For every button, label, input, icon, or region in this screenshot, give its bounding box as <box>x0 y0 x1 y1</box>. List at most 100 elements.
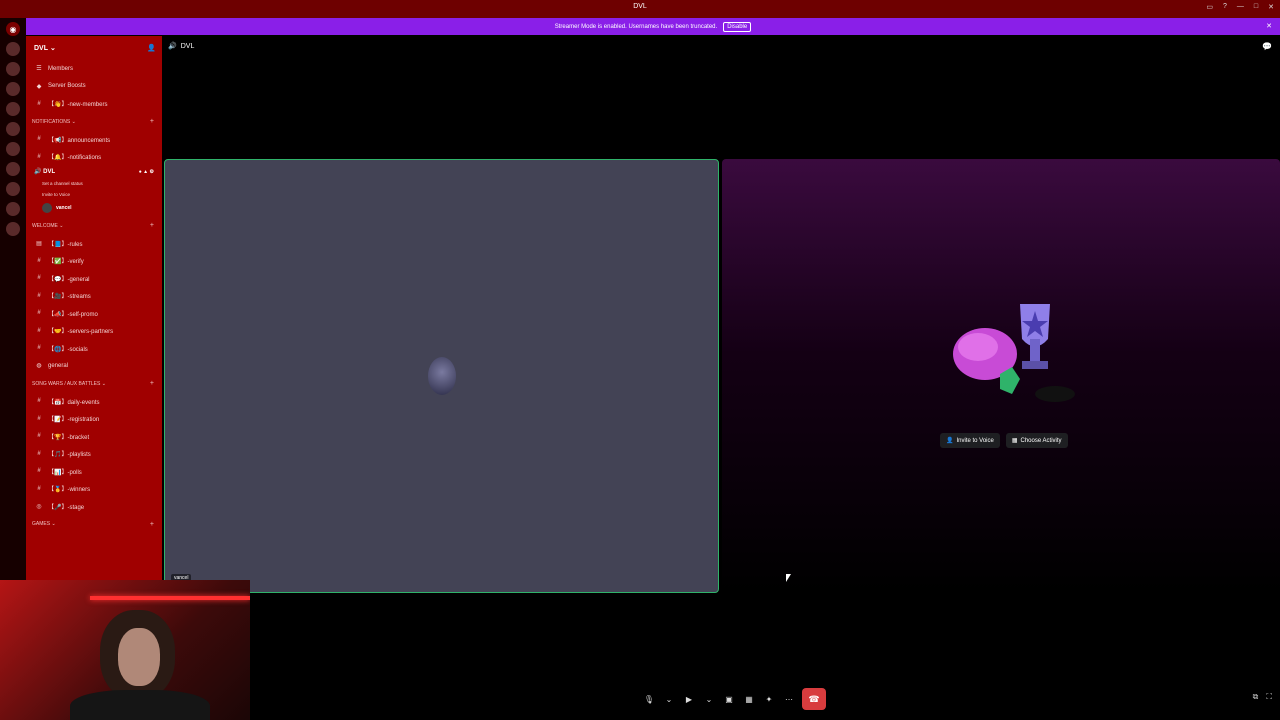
channel-title: DVL <box>180 42 195 50</box>
trophy-gems-icon <box>953 304 1075 402</box>
voice-controls-icon[interactable]: ● ▲ ⚙ <box>139 169 154 175</box>
add-channel-icon[interactable]: + <box>150 118 154 125</box>
maximize-icon[interactable]: □ <box>1254 3 1258 11</box>
add-channel-icon[interactable]: + <box>150 380 154 387</box>
hash-icon: # <box>37 485 41 492</box>
server-icon[interactable] <box>6 142 20 156</box>
minimize-icon[interactable]: — <box>1237 3 1244 11</box>
sidebar-item-server-boosts[interactable]: ◆ Server Boosts <box>26 78 162 96</box>
invite-to-voice-button[interactable]: 👤 Invite to Voice <box>940 433 1000 448</box>
hash-icon: # <box>37 275 41 282</box>
hash-icon: # <box>37 327 41 334</box>
channel-general-forum[interactable]: ◍ general <box>26 357 162 375</box>
hash-icon: # <box>37 345 41 352</box>
category-welcome[interactable]: WELCOME ⌄ + <box>26 217 162 235</box>
hash-icon: # <box>37 153 41 160</box>
boosts-icon: ◆ <box>36 83 42 90</box>
server-icon[interactable] <box>6 122 20 136</box>
channel-stage[interactable]: ◎ 【🎤】-stage <box>26 498 162 516</box>
hash-icon: # <box>37 398 41 405</box>
channel-verify[interactable]: # 【✅】-verify <box>26 252 162 270</box>
channel-playlists[interactable]: # 【🎵】-playlists <box>26 445 162 463</box>
hash-icon: # <box>37 136 41 143</box>
channel-streams[interactable]: # 【🎥】-streams <box>26 287 162 305</box>
voice-user[interactable]: vancel <box>26 200 162 217</box>
category-notifications[interactable]: NOTIFICATIONS ⌄ + <box>26 113 162 131</box>
call-controls: 🎙 ⌄ ▶ ⌄ ▣ ▦ ✦ ⋯ ☎ <box>642 688 826 710</box>
chat-icon[interactable]: 💬 <box>1262 42 1272 51</box>
person-add-icon: 👤 <box>946 438 954 444</box>
channel-rules[interactable]: ▤ 【📘】-rules <box>26 235 162 253</box>
close-window-icon[interactable]: ✕ <box>1268 3 1274 11</box>
streamer-body <box>70 690 210 720</box>
channel-daily-events[interactable]: # 【📅】daily-events <box>26 393 162 411</box>
channel-winners[interactable]: # 【🥇】-winners <box>26 480 162 498</box>
channel-polls[interactable]: # 【📊】-polls <box>26 463 162 481</box>
channel-general[interactable]: # 【💬】-general <box>26 270 162 288</box>
server-icon[interactable] <box>6 182 20 196</box>
disable-button[interactable]: Disable <box>723 21 752 32</box>
discord-home-icon[interactable]: ◉ <box>6 22 20 36</box>
title-bar: DVL ▭ ? — □ ✕ <box>0 0 1280 18</box>
webcam-overlay <box>0 580 250 720</box>
server-name[interactable]: DVL ⌄ 👤 <box>26 36 162 60</box>
popout-icon[interactable]: ⧉ <box>1253 692 1259 702</box>
channel-registration[interactable]: # 【📝】-registration <box>26 410 162 428</box>
stage-icon: ◎ <box>36 503 42 510</box>
channel-bracket[interactable]: # 【🏆】-bracket <box>26 428 162 446</box>
disconnect-button[interactable]: ☎ <box>802 688 826 710</box>
category-games[interactable]: GAMES ⌄ + <box>26 515 162 533</box>
server-icon[interactable] <box>6 82 20 96</box>
invite-people-icon[interactable]: 👤 <box>147 44 156 52</box>
hash-icon: # <box>37 292 41 299</box>
grid-icon: ▦ <box>1011 438 1018 444</box>
microphone-icon[interactable]: 🎙 <box>642 689 656 709</box>
category-song-wars[interactable]: SONG WARS / AUX BATTLES ⌄ + <box>26 375 162 393</box>
help-icon[interactable]: ? <box>1223 3 1227 11</box>
members-icon: ☰ <box>36 66 42 73</box>
channel-servers-partners[interactable]: # 【🤝】-servers-partners <box>26 322 162 340</box>
chevron-down-icon[interactable]: ⌄ <box>702 689 716 709</box>
invite-to-voice-link[interactable]: Invite to Voice <box>26 189 162 200</box>
more-icon[interactable]: ⋯ <box>782 689 796 709</box>
fullscreen-icon[interactable]: ⛶ <box>1266 692 1272 702</box>
activity-icon[interactable]: ▦ <box>742 689 756 709</box>
voice-channel-dvl[interactable]: 🔊 DVL ● ▲ ⚙ <box>26 166 162 178</box>
led-strip <box>90 596 250 600</box>
inbox-icon[interactable]: ▭ <box>1206 3 1213 11</box>
server-icon[interactable] <box>6 62 20 76</box>
channel-self-promo[interactable]: # 【📣】-self-promo <box>26 305 162 323</box>
server-icon[interactable] <box>6 42 20 56</box>
rules-icon: ▤ <box>36 240 42 247</box>
sidebar-item-members[interactable]: ☰ Members <box>26 60 162 78</box>
soundboard-icon[interactable]: ✦ <box>762 689 776 709</box>
hash-icon: # <box>37 433 41 440</box>
hash-icon: # <box>37 257 41 264</box>
avatar <box>428 357 456 395</box>
close-icon[interactable]: ✕ <box>1266 22 1272 30</box>
screen-share-icon[interactable]: ▣ <box>722 689 736 709</box>
hash-icon: # <box>37 310 41 317</box>
phone-hangup-icon: ☎ <box>808 693 820 704</box>
channel-new-members[interactable]: # 【👋】-new-members <box>26 95 162 113</box>
choose-activity-button[interactable]: ▦ Choose Activity <box>1005 433 1068 448</box>
streamer-face <box>118 628 160 686</box>
server-icon[interactable] <box>6 202 20 216</box>
server-icon[interactable] <box>6 162 20 176</box>
avatar <box>42 203 52 213</box>
camera-icon[interactable]: ▶ <box>682 689 696 709</box>
add-channel-icon[interactable]: + <box>150 222 154 229</box>
channel-socials[interactable]: # 【🌐】-socials <box>26 340 162 358</box>
add-channel-icon[interactable]: + <box>150 521 154 528</box>
server-icon[interactable] <box>6 102 20 116</box>
forum-icon: ◍ <box>36 363 42 370</box>
server-icon[interactable] <box>6 222 20 236</box>
window-title: DVL <box>633 3 647 10</box>
banner-text: Streamer Mode is enabled. Usernames have… <box>554 23 718 30</box>
chevron-down-icon[interactable]: ⌄ <box>662 689 676 709</box>
channel-notifications[interactable]: # 【🔔】-notifications <box>26 148 162 166</box>
channel-status[interactable]: Set a channel status <box>26 178 162 189</box>
hash-icon: # <box>37 450 41 457</box>
video-tile-user[interactable]: vancel <box>164 159 719 593</box>
channel-announcements[interactable]: # 【📢】announcements <box>26 131 162 149</box>
